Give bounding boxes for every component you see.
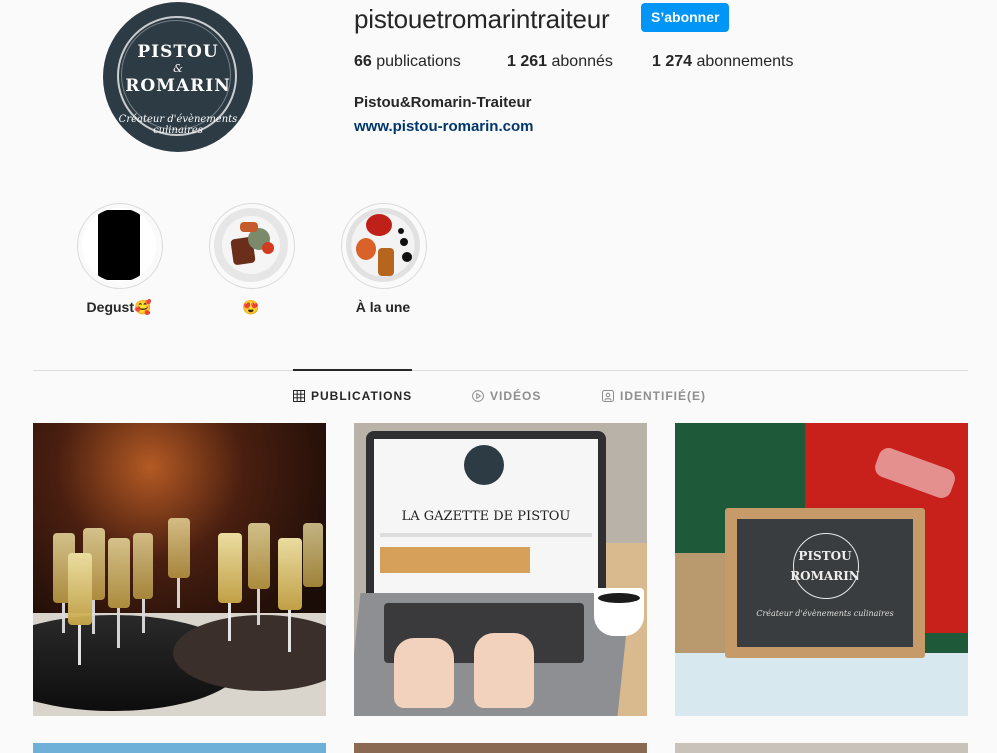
stat-following-label: abonnements [696, 53, 794, 70]
tagged-icon [602, 390, 614, 402]
profile-website-link[interactable]: www.pistou-romarin.com [354, 118, 533, 135]
avatar-logo-line1: PISTOU [137, 42, 219, 62]
stat-followers-label: abonnés [551, 53, 613, 70]
post-tile-champagne[interactable] [33, 423, 326, 716]
profile-avatar[interactable]: PISTOU & ROMARIN Créateur d'évènements c… [103, 2, 253, 152]
highlight-degust-cover [82, 208, 156, 282]
chalkboard-tagline: Créateur d'évènements culinaires [756, 609, 894, 618]
highlight-a-la-une-cover [346, 208, 420, 282]
highlight-degust[interactable] [77, 203, 163, 289]
post-tile-row2-2[interactable] [354, 743, 647, 753]
highlight-degust-label: Degust🥰 [86, 299, 152, 315]
tabs-divider [33, 370, 968, 371]
tab-publications-label: PUBLICATIONS [311, 389, 413, 403]
stat-publications-value: 66 [354, 53, 372, 70]
grid-icon [293, 390, 305, 402]
stat-publications-label: publications [376, 53, 461, 70]
post-tile-laptop[interactable]: LA GAZETTE DE PISTOU [354, 423, 647, 716]
highlight-heart-eyes-label: 😍 [242, 299, 260, 315]
post-tile-chalkboard[interactable]: PISTOU ROMARIN Créateur d'évènements cul… [675, 423, 968, 716]
stat-followers[interactable]: 1 261 abonnés [507, 53, 613, 71]
highlight-heart-eyes-cover [214, 208, 288, 282]
tab-tagged-label: IDENTIFIÉ(E) [620, 389, 706, 403]
stat-followers-value: 1 261 [507, 53, 548, 70]
avatar-logo-amp: & [173, 62, 183, 75]
tab-tagged[interactable]: IDENTIFIÉ(E) [602, 389, 706, 403]
profile-full-name: Pistou&Romarin-Traiteur [354, 94, 532, 111]
post-tile-row2-3[interactable] [675, 743, 968, 753]
tab-active-indicator [293, 369, 412, 371]
highlight-a-la-une[interactable] [341, 203, 427, 289]
chalkboard-line1: PISTOU [798, 549, 852, 563]
avatar-logo-line2: ROMARIN [125, 76, 231, 96]
laptop-screen-title: LA GAZETTE DE PISTOU [401, 509, 571, 524]
tab-videos-label: VIDÉOS [490, 389, 542, 403]
avatar-tagline: Créateur d'évènements culinaires [118, 114, 238, 136]
profile-username: pistouetromarintraiteur [354, 4, 610, 34]
follow-button[interactable]: S’abonner [641, 3, 730, 32]
stat-following[interactable]: 1 274 abonnements [652, 53, 793, 71]
post-image-champagne [33, 423, 326, 716]
stat-following-value: 1 274 [652, 53, 693, 70]
highlight-a-la-une-label: À la une [355, 299, 411, 315]
chalkboard-line2: ROMARIN [790, 569, 860, 583]
tab-videos[interactable]: VIDÉOS [472, 389, 541, 403]
highlight-heart-eyes[interactable] [209, 203, 295, 289]
tab-publications[interactable]: PUBLICATIONS [293, 389, 412, 403]
post-tile-row2-1[interactable] [33, 743, 326, 753]
stat-publications: 66 publications [354, 53, 461, 71]
play-icon [472, 390, 484, 402]
